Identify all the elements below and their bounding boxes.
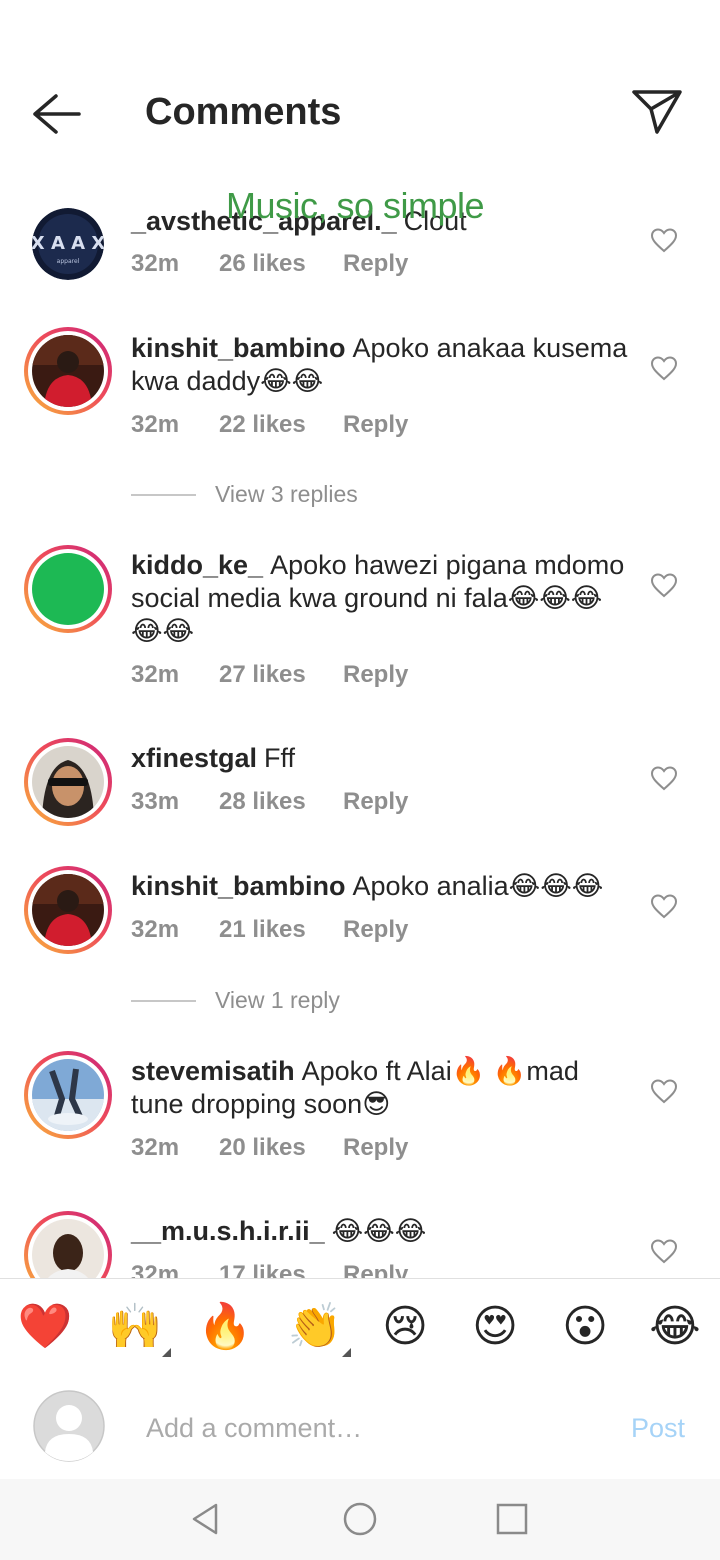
svg-text:X A A X: X A A X xyxy=(32,233,104,254)
heart-outline-icon[interactable] xyxy=(650,227,678,253)
comment-composer: Post xyxy=(0,1377,720,1479)
heart-outline-icon[interactable] xyxy=(650,355,678,381)
emoji-fire-button[interactable]: 🔥 xyxy=(195,1299,255,1355)
comment-text: kinshit_bambino Apoko analia😂😂😂 xyxy=(131,870,631,903)
comment-body: Apoko analia😂😂😂 xyxy=(352,871,604,901)
comment-likes[interactable]: 17 likes xyxy=(219,1260,306,1278)
heart-outline-icon[interactable] xyxy=(650,572,678,598)
emoji-heart-eyes-button[interactable]: 😍 xyxy=(465,1299,525,1355)
comment-likes[interactable]: 22 likes xyxy=(219,410,306,440)
comment-username[interactable]: xfinestgal xyxy=(131,743,257,773)
skin-tone-indicator xyxy=(162,1348,171,1357)
replies-divider xyxy=(131,1000,196,1002)
emoji-laughing-button[interactable]: 😂 xyxy=(645,1299,705,1355)
comment-likes[interactable]: 27 likes xyxy=(219,660,306,690)
comment-body: Fff xyxy=(264,743,296,773)
comment-time: 32m xyxy=(131,916,180,943)
avatar[interactable]: X A A X apparel xyxy=(32,208,104,280)
emoji-raising-hands-glyph: 🙌 xyxy=(107,1302,163,1351)
heart-outline-icon[interactable] xyxy=(650,765,678,791)
reply-button[interactable]: Reply xyxy=(343,1133,408,1163)
reply-button[interactable]: Reply xyxy=(343,915,408,945)
heart-outline-icon[interactable] xyxy=(650,1078,678,1104)
comment-username[interactable]: __m.u.s.h.i.r.ii_ xyxy=(131,1216,325,1246)
emoji-clapping-button[interactable]: 👏 xyxy=(285,1299,351,1357)
comment-text: xfinestgal Fff xyxy=(131,742,631,775)
comment-username[interactable]: stevemisatih xyxy=(131,1056,295,1086)
comment-username[interactable]: kinshit_bambino xyxy=(131,333,346,363)
view-replies-label: View 1 reply xyxy=(215,987,340,1013)
comment-body: 😂😂😂 xyxy=(331,1216,427,1246)
avatar[interactable] xyxy=(24,327,112,415)
back-triangle-icon[interactable] xyxy=(186,1499,226,1539)
reply-button[interactable]: Reply xyxy=(343,249,408,279)
reply-button[interactable]: Reply xyxy=(343,660,408,690)
recents-square-icon[interactable] xyxy=(492,1499,532,1539)
reply-button[interactable]: Reply xyxy=(343,410,408,440)
comment-time: 32m xyxy=(131,250,180,277)
emoji-raising-hands-button[interactable]: 🙌 xyxy=(105,1299,171,1357)
comment-text: kinshit_bambino Apoko anakaa kusema kwa d… xyxy=(131,332,631,398)
comment-likes[interactable]: 21 likes xyxy=(219,915,306,945)
system-nav-bar xyxy=(0,1479,720,1560)
emoji-clapping-glyph: 👏 xyxy=(287,1302,343,1351)
comment-time: 32m xyxy=(131,1261,180,1278)
avatar[interactable] xyxy=(24,1051,112,1139)
comment-username[interactable]: kiddo_ke_ xyxy=(131,550,263,580)
comment-time: 33m xyxy=(131,788,180,815)
comment-time: 32m xyxy=(131,661,180,688)
comment-username[interactable]: kinshit_bambino xyxy=(131,871,346,901)
current-user-avatar xyxy=(33,1390,105,1462)
view-replies-label: View 3 replies xyxy=(215,481,358,507)
reply-button[interactable]: Reply xyxy=(343,1260,408,1278)
comment-likes[interactable]: 20 likes xyxy=(219,1133,306,1163)
skin-tone-indicator xyxy=(342,1348,351,1357)
avatar[interactable] xyxy=(24,866,112,954)
avatar[interactable] xyxy=(24,738,112,826)
comment-time: 32m xyxy=(131,411,180,438)
comment-text: stevemisatih Apoko ft Alai🔥 🔥mad tune dro… xyxy=(131,1055,631,1121)
emoji-heart-button[interactable]: ❤️ xyxy=(15,1299,75,1355)
avatar[interactable] xyxy=(24,1211,112,1278)
comment-input[interactable] xyxy=(144,1407,608,1449)
avatar[interactable] xyxy=(24,545,112,633)
comment-likes[interactable]: 28 likes xyxy=(219,787,306,817)
svg-text:apparel: apparel xyxy=(57,258,80,265)
emoji-crying-button[interactable]: 😢 xyxy=(375,1299,435,1355)
comment-time: 32m xyxy=(131,1134,180,1161)
comment-text: kiddo_ke_ Apoko hawezi pigana mdomo socia… xyxy=(131,549,631,648)
post-button[interactable]: Post xyxy=(631,1413,685,1444)
replies-divider xyxy=(131,494,196,496)
emoji-surprised-button[interactable]: 😮 xyxy=(555,1299,615,1355)
comment-text: __m.u.s.h.i.r.ii_ 😂😂😂 xyxy=(131,1215,631,1248)
reply-button[interactable]: Reply xyxy=(343,787,408,817)
heart-outline-icon[interactable] xyxy=(650,1238,678,1264)
heart-outline-icon[interactable] xyxy=(650,893,678,919)
emoji-quick-bar: ❤️ 🙌 🔥 👏 😢 😍 😮 😂 xyxy=(0,1278,720,1378)
home-circle-icon[interactable] xyxy=(340,1499,380,1539)
watermark-text: Music, so simple xyxy=(226,185,485,226)
comment-likes[interactable]: 26 likes xyxy=(219,249,306,279)
